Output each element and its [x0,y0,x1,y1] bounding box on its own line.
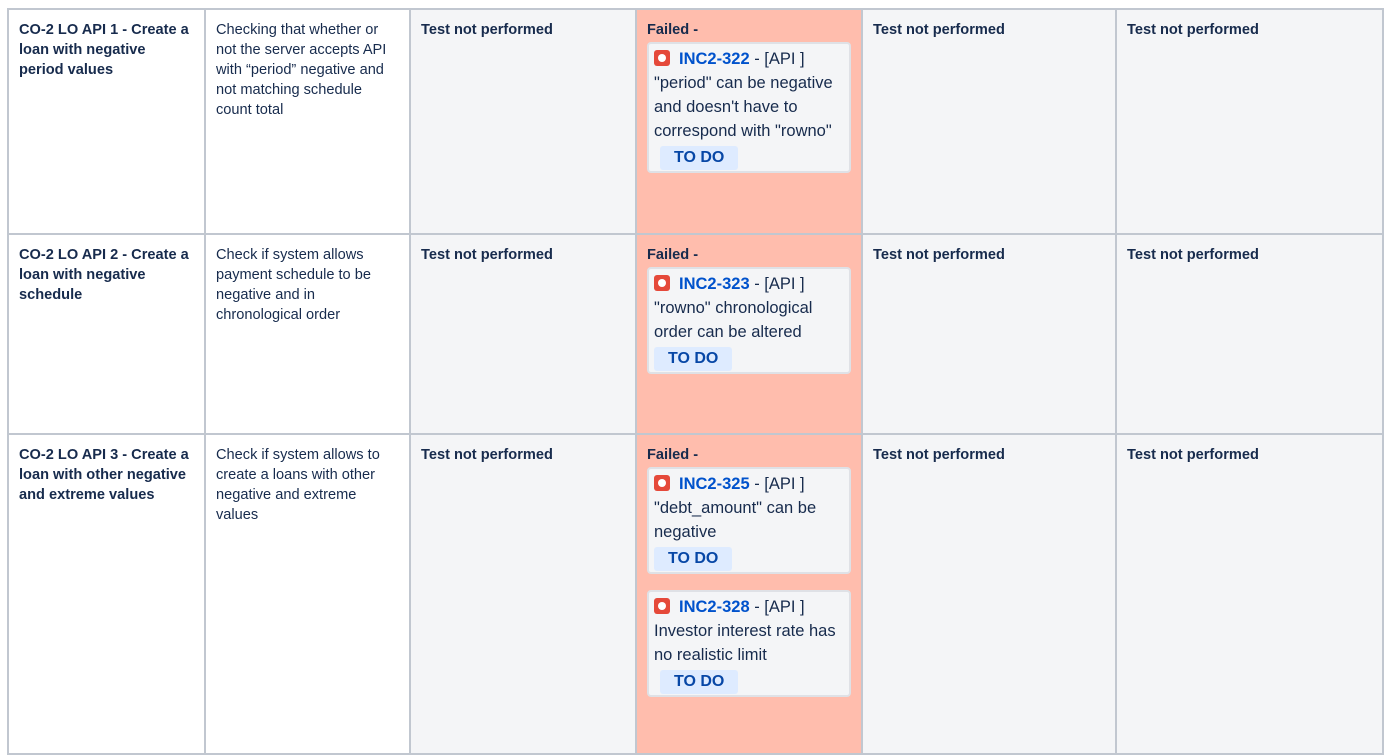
issue-separator: - [749,475,765,493]
issue-separator: - [749,598,765,616]
test-case-name: CO-2 LO API 2 - Create a loan with negat… [7,233,206,435]
issue-card[interactable]: INC2-322 - [API ] "period" can be negati… [647,42,851,173]
result-cell: Test not performed [861,433,1117,755]
issue-key-link[interactable]: INC2-325 [679,475,750,493]
issue-separator: - [749,275,765,293]
result-cell: Test not performed [1115,433,1384,755]
status-lozenge: TO DO [660,146,739,170]
failed-result-cell: Failed - INC2-323 - [API ] "rowno" chron… [635,233,863,435]
failed-label: Failed - [647,447,699,463]
result-cell: Test not performed [409,8,637,235]
test-case-name: CO-2 LO API 3 - Create a loan with other… [7,433,206,755]
bug-icon [654,475,670,491]
test-case-description: Check if system allows payment schedule … [204,233,411,435]
issue-key-link[interactable]: INC2-323 [679,275,750,293]
result-cell: Test not performed [861,8,1117,235]
issue-card[interactable]: INC2-328 - [API ] Investor interest rate… [647,590,851,697]
result-cell: Test not performed [409,233,637,435]
table-row: CO-2 LO API 2 - Create a loan with negat… [7,233,1384,435]
issue-key-link[interactable]: INC2-328 [679,598,750,616]
issue-separator: - [749,50,765,68]
bug-icon [654,50,670,66]
issue-key-link[interactable]: INC2-322 [679,50,750,68]
test-results-table-wrapper: CO-2 LO API 1 - Create a loan with negat… [7,8,1384,755]
issue-card[interactable]: INC2-323 - [API ] "rowno" chronological … [647,267,851,374]
failed-label: Failed - [647,247,699,263]
status-lozenge: TO DO [654,347,733,371]
table-row: CO-2 LO API 3 - Create a loan with other… [7,433,1384,755]
test-results-table: CO-2 LO API 1 - Create a loan with negat… [7,8,1384,755]
failed-label: Failed - [647,22,699,38]
result-cell: Test not performed [1115,8,1384,235]
result-cell: Test not performed [861,233,1117,435]
status-lozenge: TO DO [660,670,739,694]
test-case-description: Check if system allows to create a loans… [204,433,411,755]
test-case-description: Checking that whether or not the server … [204,8,411,235]
failed-result-cell: Failed - INC2-322 - [API ] "period" can … [635,8,863,235]
status-lozenge: TO DO [654,547,733,571]
bug-icon [654,275,670,291]
bug-icon [654,598,670,614]
test-case-name: CO-2 LO API 1 - Create a loan with negat… [7,8,206,235]
result-cell: Test not performed [1115,233,1384,435]
result-cell: Test not performed [409,433,637,755]
table-row: CO-2 LO API 1 - Create a loan with negat… [7,8,1384,235]
failed-result-cell: Failed - INC2-325 - [API ] "debt_amount"… [635,433,863,755]
issue-card[interactable]: INC2-325 - [API ] "debt_amount" can be n… [647,467,851,574]
